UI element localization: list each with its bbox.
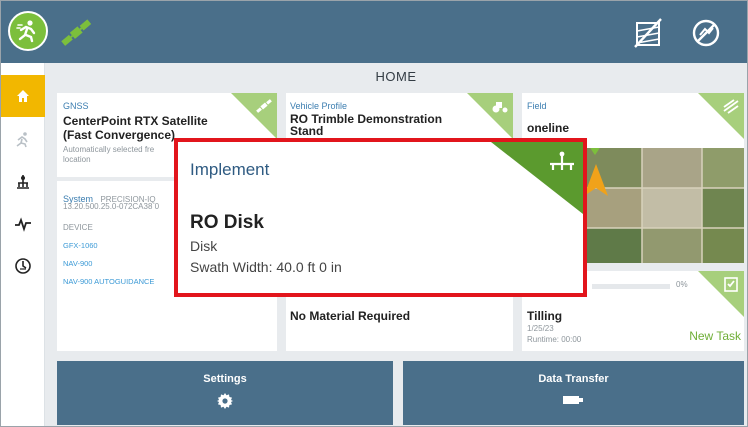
settings-label: Settings <box>203 373 247 385</box>
material-value: No Material Required <box>290 309 411 323</box>
gear-icon <box>217 393 233 409</box>
task-date: 1/25/23 <box>527 324 554 333</box>
field-value: oneline <box>527 121 570 135</box>
system-version: 13.20.500.25.0-072CA38 0 <box>63 202 160 211</box>
vehicle-value-line2: Stand <box>290 124 324 138</box>
side-nav <box>1 63 45 426</box>
field-icon <box>723 99 739 114</box>
field-label: Field <box>527 101 547 111</box>
no-guidance-icon[interactable] <box>687 15 725 51</box>
runner-logo-icon[interactable] <box>8 11 48 51</box>
implement-type: Disk <box>190 238 218 254</box>
implement-swath-width: Swath Width: 40.0 ft 0 in <box>190 259 342 275</box>
guidance-runner-icon <box>16 132 28 148</box>
task-progress-text: 0% <box>676 280 688 289</box>
nav-home[interactable] <box>1 75 45 117</box>
vehicle-position-icon <box>584 164 608 196</box>
settings-button[interactable]: Settings <box>57 361 393 425</box>
device-item[interactable]: GFX-1060 <box>63 241 98 250</box>
satellite-icon <box>256 99 272 113</box>
implement-icon <box>17 175 29 189</box>
usb-drive-icon <box>563 396 583 404</box>
gnss-note-line2: location <box>63 155 91 164</box>
gnss-value-line2: (Fast Convergence) <box>63 128 176 142</box>
implement-label: Implement <box>190 160 270 179</box>
data-transfer-label: Data Transfer <box>538 373 609 385</box>
vehicle-label: Vehicle Profile <box>290 101 348 111</box>
task-check-icon <box>724 277 738 292</box>
app-window: HOME GNSS CenterPoint RTX Satellite (Fas… <box>0 0 748 427</box>
activity-icon <box>15 217 31 232</box>
top-bar <box>1 1 747 63</box>
task-progress-bar <box>592 284 670 289</box>
new-task-link[interactable]: New Task <box>689 329 741 343</box>
implement-name: RO Disk <box>190 212 264 233</box>
implement-icon <box>550 151 574 170</box>
tractor-icon <box>492 102 508 113</box>
page-title: HOME <box>375 69 417 84</box>
no-field-icon[interactable] <box>629 15 667 51</box>
device-label: DEVICE <box>63 223 93 232</box>
map-pin-icon <box>590 148 600 155</box>
nav-guidance[interactable] <box>1 119 45 161</box>
data-transfer-button[interactable]: Data Transfer <box>403 361 744 425</box>
nav-activity[interactable] <box>1 203 45 245</box>
device-item[interactable]: NAV-900 <box>63 259 92 268</box>
field-map[interactable] <box>582 148 744 263</box>
rate-icon <box>15 258 31 274</box>
gnss-value-line1: CenterPoint RTX Satellite <box>63 114 208 128</box>
task-value: Tilling <box>527 309 563 323</box>
gnss-label: GNSS <box>63 101 89 111</box>
gnss-note-line1: Automatically selected fre <box>63 145 155 154</box>
nav-implement[interactable] <box>1 161 45 203</box>
nav-rate[interactable] <box>1 245 45 287</box>
implement-card-highlighted[interactable]: Implement RO Disk Disk Swath Width: 40.0… <box>174 138 587 297</box>
home-icon <box>17 90 29 102</box>
task-runtime: Runtime: 00:00 <box>527 335 582 344</box>
device-item[interactable]: NAV-900 AUTOGUIDANCE <box>63 277 154 286</box>
satellite-icon[interactable] <box>57 15 97 49</box>
